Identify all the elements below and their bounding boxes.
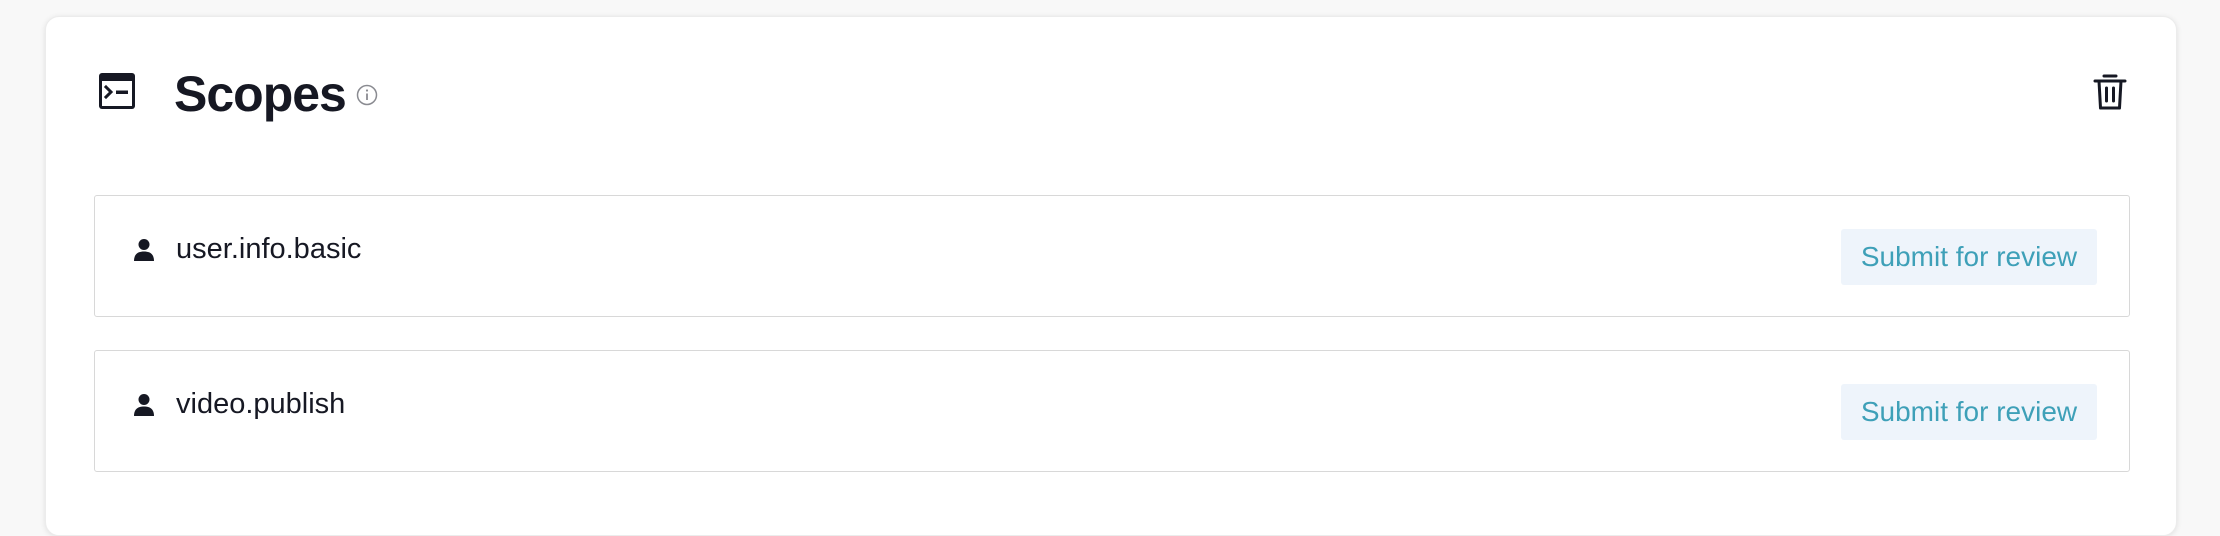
scope-name: video.publish: [176, 388, 346, 420]
title-group: Scopes: [174, 69, 378, 119]
page-title: Scopes: [174, 66, 347, 122]
trash-icon[interactable]: [2092, 72, 2128, 112]
user-icon: [133, 238, 155, 262]
user-icon: [133, 393, 155, 417]
scope-row: video.publish Submit for review: [94, 350, 2130, 472]
info-circle-icon[interactable]: [356, 84, 378, 106]
scope-row: user.info.basic Submit for review: [94, 195, 2130, 317]
terminal-window-icon: [98, 72, 136, 110]
submit-for-review-button[interactable]: Submit for review: [1841, 384, 2097, 440]
submit-for-review-button[interactable]: Submit for review: [1841, 229, 2097, 285]
scopes-card: Scopes user.info.basic Submit for review…: [45, 16, 2177, 536]
card-header: Scopes: [46, 17, 2176, 167]
scope-name: user.info.basic: [176, 233, 362, 265]
